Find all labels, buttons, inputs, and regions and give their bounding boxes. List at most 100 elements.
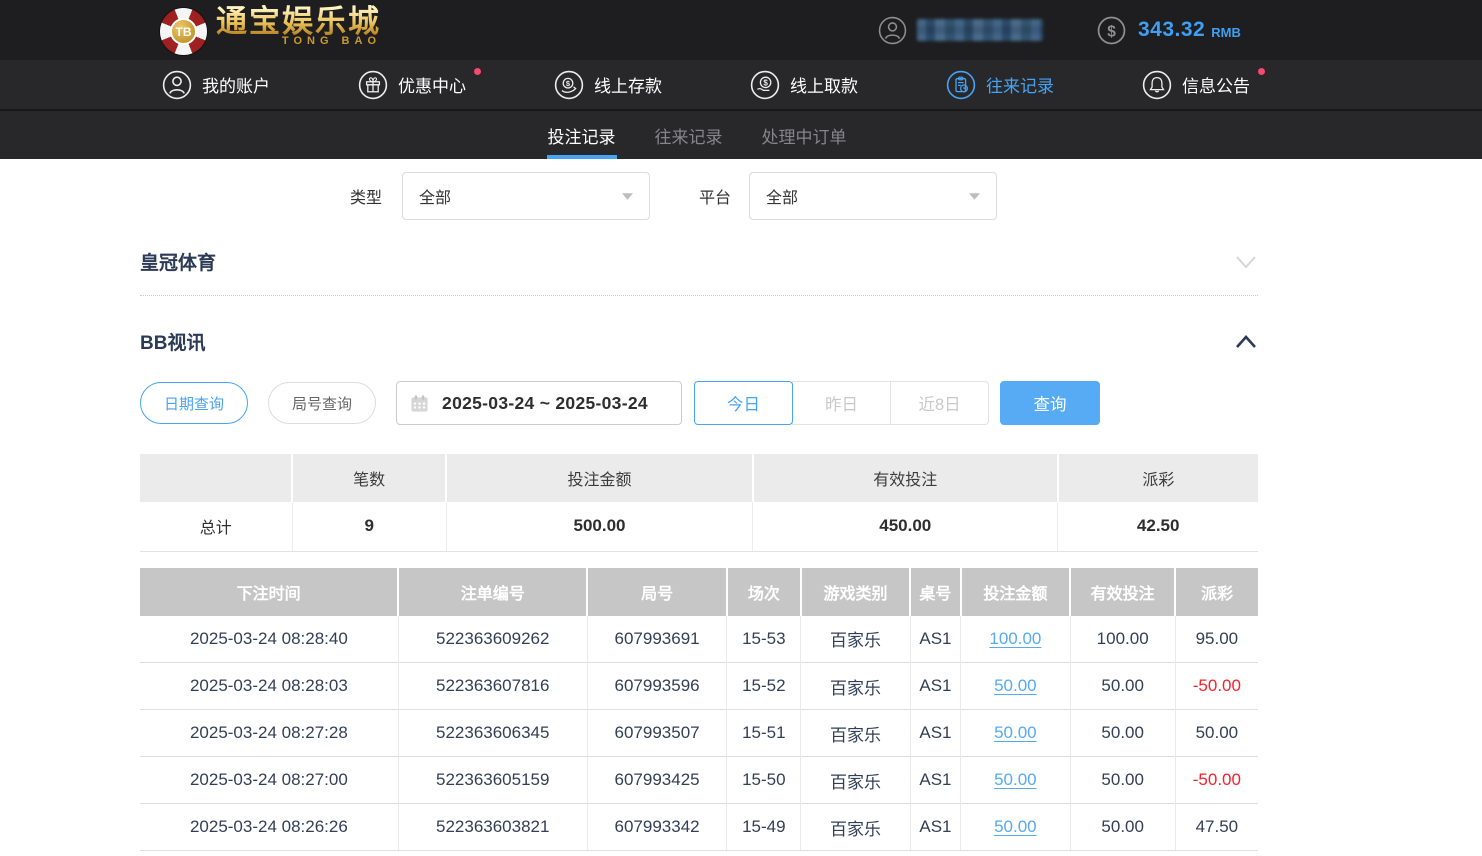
summary-valid-bet: 450.00 [753,502,1058,551]
bet-amount-link[interactable]: 50.00 [994,676,1037,695]
game-type: 百家乐 [801,804,911,851]
last-8-days-button[interactable]: 近8日 [890,381,989,425]
nav-label: 信息公告 [1182,72,1250,97]
platform-filter-label: 平台 [699,184,731,208]
chevron-up-icon[interactable] [1234,334,1258,350]
table-row: 2025-03-24 08:27:28 522363606345 6079935… [140,710,1258,757]
payout: 47.50 [1175,804,1258,851]
bet-amount-cell: 100.00 [961,616,1071,663]
brand-text: 通宝娱乐城 TONG BAO [216,5,381,47]
brand-logo[interactable]: TB 通宝娱乐城 TONG BAO [160,5,381,55]
session: 15-53 [727,616,801,663]
table-row: 2025-03-24 08:28:03 522363607816 6079935… [140,663,1258,710]
quick-date-group: 今日 昨日 近8日 [694,381,989,425]
nav-item-transaction-records[interactable]: 往来记录 [946,70,1054,100]
bet-table-header-row: 下注时间 注单编号 局号 场次 游戏类别 桌号 投注金额 有效投注 派彩 [140,568,1258,616]
col-round-id: 局号 [587,568,727,616]
yesterday-label: 昨日 [825,391,858,415]
user-area: $ 343.32 RMB [878,0,1241,60]
type-select[interactable]: 全部 [402,172,650,220]
col-bet-id: 注单编号 [398,568,587,616]
notification-dot [1258,68,1265,75]
nav-label: 线上存款 [594,72,662,97]
summary-count: 9 [292,502,446,551]
bet-id: 522363605159 [398,757,587,804]
payout: -50.00 [1175,757,1258,804]
bet-amount-link[interactable]: 100.00 [989,629,1041,648]
nav-label: 我的账户 [202,72,270,97]
top-header: TB 通宝娱乐城 TONG BAO $ 343.32 RMB [0,0,1482,60]
date-range-input[interactable]: 2025-03-24 ~ 2025-03-24 [396,381,682,425]
bet-time: 2025-03-24 08:28:03 [140,663,398,710]
summary-table: 笔数 投注金额 有效投注 派彩 总计 9 500.00 450.00 42.50 [140,454,1258,552]
nav-item-my-account[interactable]: 我的账户 [162,70,270,100]
today-button[interactable]: 今日 [694,381,793,425]
bet-time: 2025-03-24 08:28:40 [140,616,398,663]
summary-header-row: 笔数 投注金额 有效投注 派彩 [140,454,1258,502]
svg-text:$: $ [566,79,571,88]
bet-amount-cell: 50.00 [961,757,1071,804]
tab-bet-records[interactable]: 投注记录 [547,111,617,159]
chevron-down-icon[interactable] [1234,254,1258,270]
session: 15-51 [727,710,801,757]
balance-group: $ 343.32 RMB [1097,16,1241,45]
search-button[interactable]: 查询 [1000,381,1100,425]
filter-row: 类型 全部 平台 全部 [350,172,1258,220]
round-id: 607993691 [587,616,727,663]
bet-records-table: 下注时间 注单编号 局号 场次 游戏类别 桌号 投注金额 有效投注 派彩 202… [140,568,1258,852]
col-bet-amount: 投注金额 [961,568,1071,616]
tab-label: 投注记录 [548,123,616,148]
date-query-label: 日期查询 [164,393,224,414]
nav-label: 优惠中心 [398,72,466,97]
gift-icon [358,70,388,100]
bb-live-header[interactable]: BB视讯 [140,328,1258,355]
bet-amount-link[interactable]: 50.00 [994,770,1037,789]
bet-amount-link[interactable]: 50.00 [994,817,1037,836]
summary-total-row: 总计 9 500.00 450.00 42.50 [140,502,1258,551]
nav-item-deposit[interactable]: $ 线上存款 [554,70,662,100]
summary-header-count: 笔数 [292,454,446,502]
valid-bet: 100.00 [1070,616,1175,663]
col-game-type: 游戏类别 [801,568,911,616]
round-id: 607993507 [587,710,727,757]
table-row: 2025-03-24 08:26:26 522363603821 6079933… [140,804,1258,851]
yesterday-button[interactable]: 昨日 [792,381,891,425]
platform-select[interactable]: 全部 [749,172,997,220]
nav-label: 往来记录 [986,72,1054,97]
tab-pending-orders[interactable]: 处理中订单 [761,111,848,159]
section-title: BB视讯 [140,328,205,355]
calendar-icon [410,394,429,413]
bet-amount-cell: 50.00 [961,804,1071,851]
tab-transaction-records[interactable]: 往来记录 [654,111,724,159]
withdraw-icon: $ [750,70,780,100]
col-payout: 派彩 [1175,568,1258,616]
table-id: AS1 [910,804,960,851]
summary-bet-amount: 500.00 [446,502,752,551]
search-button-label: 查询 [1034,391,1067,415]
dollar-icon: $ [1097,16,1126,45]
nav-item-withdraw[interactable]: $ 线上取款 [750,70,858,100]
poker-chip-icon: TB [160,8,207,55]
valid-bet: 50.00 [1070,663,1175,710]
summary-payout: 42.50 [1058,502,1258,551]
session: 15-50 [727,757,801,804]
content: 类型 全部 平台 全部 皇冠体育 BB视讯 日期查询 [0,172,1258,851]
col-session: 场次 [727,568,801,616]
date-query-button[interactable]: 日期查询 [140,382,248,424]
nav-item-promotions[interactable]: 优惠中心 [358,70,466,100]
bet-amount-link[interactable]: 50.00 [994,723,1037,742]
main-nav: 我的账户 优惠中心 $ 线上存款 $ 线上取款 [0,60,1482,111]
round-query-button[interactable]: 局号查询 [268,382,376,424]
deposit-icon: $ [554,70,584,100]
username-redacted[interactable] [917,19,1043,41]
col-table-id: 桌号 [910,568,960,616]
round-id: 607993425 [587,757,727,804]
nav-item-announcements[interactable]: 信息公告 [1142,70,1250,100]
crown-sports-header[interactable]: 皇冠体育 [140,248,1258,296]
balance-currency: RMB [1211,25,1241,40]
bb-live-section: BB视讯 日期查询 局号查询 2025-03-24 ~ 2025-0 [140,328,1258,851]
type-filter-label: 类型 [350,184,382,208]
bet-amount-cell: 50.00 [961,663,1071,710]
platform-select-value: 全部 [766,184,798,208]
tab-label: 往来记录 [655,123,723,148]
